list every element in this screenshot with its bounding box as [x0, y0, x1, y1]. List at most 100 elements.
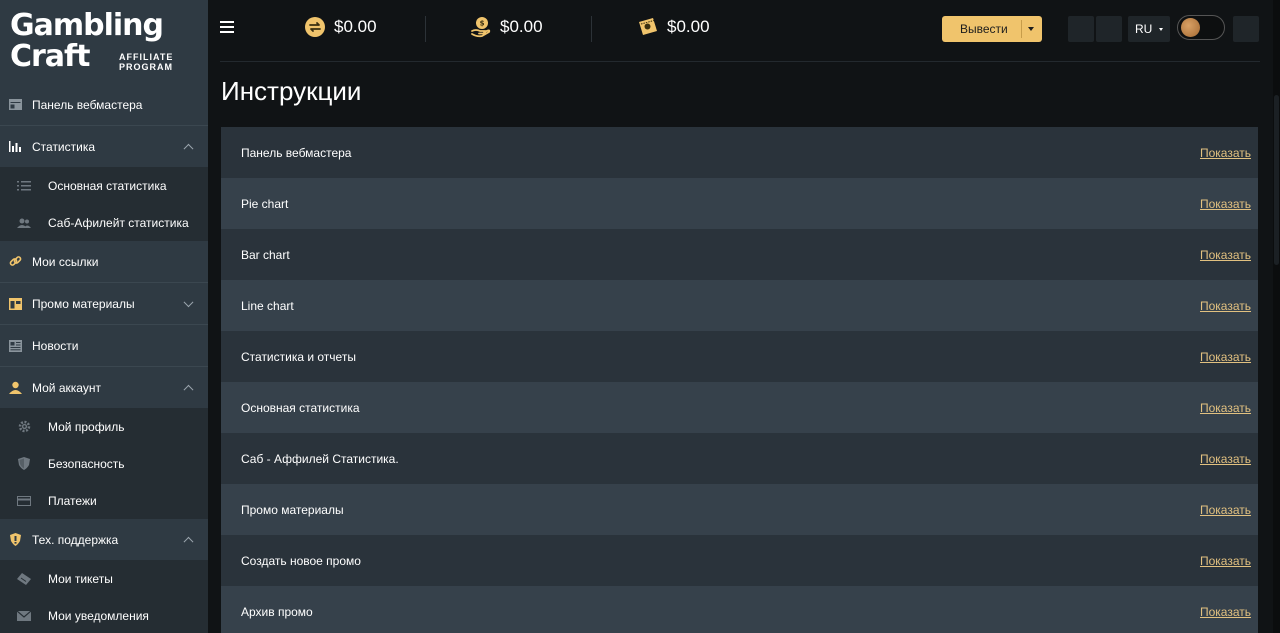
scrollbar-thumb[interactable] — [1274, 95, 1279, 265]
show-link[interactable]: Показать — [1200, 350, 1251, 364]
sidebar-item-label: Новости — [32, 338, 79, 353]
sidebar-item-label: Статистика — [32, 139, 96, 154]
show-link[interactable]: Показать — [1200, 401, 1251, 415]
sidebar-item-main-statistics[interactable]: Основная статистика — [0, 167, 208, 204]
sidebar: Gambling Craft AFFILIATE PROGRAM Панель … — [0, 0, 208, 633]
show-link[interactable]: Показать — [1200, 248, 1251, 262]
exchange-coin-icon — [305, 17, 325, 37]
balance-value: $0.00 — [667, 17, 710, 36]
instruction-title: Создать новое промо — [241, 553, 361, 568]
instruction-row: Архив промо Показать — [221, 586, 1258, 633]
top-bar: $0.00 $ $0.00 $0.00 Вывести RU — [208, 0, 1280, 58]
withdraw-button[interactable]: Вывести — [942, 16, 1042, 42]
show-link[interactable]: Показать — [1200, 452, 1251, 466]
sidebar-item-label: Безопасность — [48, 456, 125, 471]
instruction-row: Статистика и отчеты Показать — [221, 331, 1258, 382]
balance-bonus: $0.00 — [637, 16, 710, 38]
instruction-title: Панель вебмастера — [241, 145, 352, 160]
list-icon — [17, 179, 31, 193]
sidebar-item-label: Платежи — [48, 493, 97, 508]
sidebar-item-my-tickets[interactable]: Мои тикеты — [0, 560, 208, 597]
show-link[interactable]: Показать — [1200, 299, 1251, 313]
sidebar-item-label: Тех. поддержка — [32, 532, 119, 547]
sidebar-item-label: Панель вебмастера — [32, 97, 143, 112]
page-title: Инструкции — [221, 76, 362, 106]
instruction-row: Pie chart Показать — [221, 178, 1258, 229]
instruction-row: Основная статистика Показать — [221, 382, 1258, 433]
balance-main: $0.00 — [304, 16, 377, 38]
sidebar-item-my-notifications[interactable]: Мои уведомления — [0, 597, 208, 633]
sidebar-item-label: Мои уведомления — [48, 608, 149, 623]
sidebar-item-label: Мой профиль — [48, 419, 125, 434]
logo-text-line1: Gambling — [10, 8, 164, 43]
instruction-row: Bar chart Показать — [221, 229, 1258, 280]
instruction-row: Line chart Показать — [221, 280, 1258, 331]
user-icon — [8, 381, 22, 395]
sidebar-item-label: Мои ссылки — [32, 254, 99, 269]
balance-value: $0.00 — [334, 17, 377, 36]
layout-icon — [8, 297, 22, 311]
sidebar-item-security[interactable]: Безопасность — [0, 445, 208, 482]
menu-icon[interactable] — [220, 21, 234, 33]
instruction-title: Саб - Аффилей Статистика. — [241, 451, 399, 466]
users-icon — [17, 216, 31, 230]
instruction-title: Pie chart — [241, 196, 289, 211]
sidebar-item-my-profile[interactable]: Мой профиль — [0, 408, 208, 445]
sidebar-item-payments[interactable]: Платежи — [0, 482, 208, 519]
instruction-title: Статистика и отчеты — [241, 349, 356, 364]
show-link[interactable]: Показать — [1200, 554, 1251, 568]
instruction-row: Панель вебмастера Показать — [221, 127, 1258, 178]
logo-tagline: AFFILIATE PROGRAM — [119, 52, 174, 72]
sidebar-item-news[interactable]: Новости — [0, 325, 208, 366]
sidebar-item-label: Основная статистика — [48, 178, 167, 193]
instruction-title: Bar chart — [241, 247, 290, 262]
support-shield-icon — [8, 533, 22, 547]
sidebar-item-promo-materials[interactable]: Промо материалы — [0, 283, 208, 324]
withdraw-label: Вывести — [960, 22, 1008, 36]
instruction-row: Создать новое промо Показать — [221, 535, 1258, 586]
sidebar-item-statistics[interactable]: Статистика — [0, 126, 208, 167]
hand-coin-icon: $ — [471, 17, 491, 38]
sidebar-item-dashboard[interactable]: Панель вебмастера — [0, 84, 208, 125]
bar-chart-icon — [8, 140, 22, 154]
header-button-3[interactable] — [1233, 16, 1259, 42]
instructions-list: Панель вебмастера Показать Pie chart Показа… — [221, 127, 1258, 633]
instruction-title: Промо материалы — [241, 502, 344, 517]
instruction-title: Основная статистика — [241, 400, 360, 415]
logo[interactable]: Gambling Craft AFFILIATE PROGRAM — [0, 0, 208, 84]
instruction-title: Архив промо — [241, 604, 313, 619]
sidebar-item-my-links[interactable]: Мои ссылки — [0, 241, 208, 282]
caret-down-icon — [1159, 28, 1163, 31]
header-button-1[interactable] — [1068, 16, 1094, 42]
shield-icon — [17, 457, 31, 471]
chevron-up-icon — [183, 536, 194, 547]
instruction-title: Line chart — [241, 298, 294, 313]
chevron-up-icon — [183, 384, 194, 395]
show-link[interactable]: Показать — [1200, 605, 1251, 619]
ticket-icon — [17, 572, 31, 586]
svg-text:$: $ — [480, 20, 485, 28]
instruction-row: Промо материалы Показать — [221, 484, 1258, 535]
chevron-down-icon — [183, 296, 194, 307]
instruction-row: Саб - Аффилей Статистика. Показать — [221, 433, 1258, 484]
theme-toggle[interactable] — [1177, 15, 1225, 40]
show-link[interactable]: Показать — [1200, 503, 1251, 517]
ticket-coin-icon — [639, 18, 657, 35]
sidebar-item-label: Саб-Афилейт статистика — [48, 215, 189, 230]
sidebar-item-my-account[interactable]: Мой аккаунт — [0, 367, 208, 408]
balance-value: $0.00 — [500, 17, 543, 36]
sidebar-item-sub-affiliate-statistics[interactable]: Саб-Афилейт статистика — [0, 204, 208, 241]
dashboard-icon — [8, 98, 22, 112]
sidebar-item-label: Промо материалы — [32, 296, 135, 311]
toggle-knob — [1181, 18, 1200, 37]
language-select[interactable]: RU — [1128, 16, 1170, 42]
show-link[interactable]: Показать — [1200, 197, 1251, 211]
balance-hold: $ $0.00 — [470, 16, 543, 38]
caret-down-icon[interactable] — [1028, 27, 1034, 31]
header-button-2[interactable] — [1096, 16, 1122, 42]
newspaper-icon — [8, 339, 22, 353]
scrollbar[interactable] — [1273, 0, 1280, 633]
logo-text-line2: Craft — [10, 39, 90, 74]
show-link[interactable]: Показать — [1200, 146, 1251, 160]
sidebar-item-support[interactable]: Тех. поддержка — [0, 519, 208, 560]
